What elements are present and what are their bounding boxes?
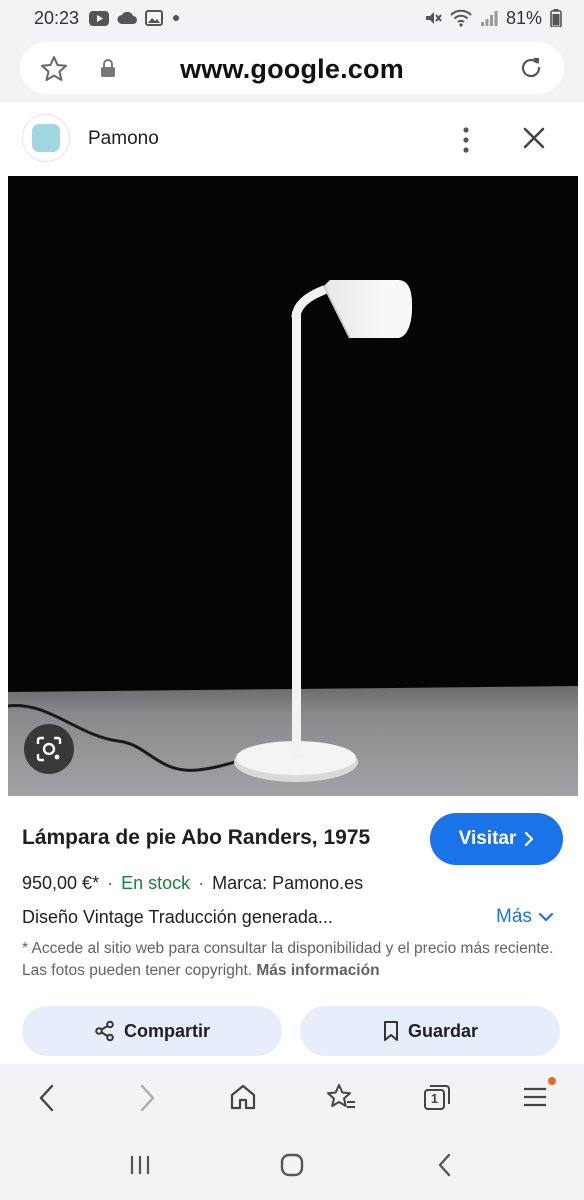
browser-toolbar: 1 bbox=[0, 1064, 584, 1134]
home-icon[interactable] bbox=[229, 1082, 257, 1112]
lens-icon bbox=[36, 736, 62, 762]
battery-icon bbox=[550, 9, 562, 27]
forward-icon[interactable] bbox=[136, 1082, 158, 1114]
bookmark-star-icon[interactable] bbox=[325, 1082, 357, 1112]
more-label: Más bbox=[496, 906, 532, 927]
site-header: Pamono bbox=[0, 102, 584, 176]
wifi-icon bbox=[450, 9, 472, 27]
floor-lamp-photo bbox=[8, 176, 578, 796]
battery-percent: 81% bbox=[505, 7, 542, 28]
product-price: 950,00 €* bbox=[22, 873, 100, 893]
product-description: Diseño Vintage Traducción generada... bbox=[22, 907, 333, 927]
menu-icon[interactable] bbox=[522, 1082, 548, 1112]
close-icon[interactable] bbox=[520, 124, 548, 152]
youtube-icon bbox=[89, 10, 110, 26]
save-button[interactable]: Guardar bbox=[300, 1006, 560, 1056]
address-bar[interactable]: www.google.com bbox=[20, 42, 564, 94]
mute-icon bbox=[425, 12, 442, 24]
back-nav-icon[interactable] bbox=[436, 1153, 454, 1177]
product-brand: Marca: Pamono.es bbox=[212, 873, 364, 893]
recents-icon[interactable] bbox=[128, 1154, 152, 1176]
home-button-icon[interactable] bbox=[280, 1153, 304, 1177]
dot-icon bbox=[173, 15, 180, 21]
chevron-right-icon bbox=[525, 831, 534, 847]
signal-icon bbox=[480, 11, 498, 26]
separator: · bbox=[198, 873, 205, 893]
more-info-link[interactable]: Más información bbox=[256, 962, 379, 979]
back-icon[interactable] bbox=[36, 1082, 58, 1114]
more-button[interactable]: Más bbox=[496, 906, 554, 928]
bookmark-icon bbox=[383, 1021, 398, 1041]
product-title: Lámpara de pie Abo Randers, 1975 bbox=[22, 826, 371, 849]
visit-button[interactable]: Visitar bbox=[430, 813, 563, 865]
image-icon bbox=[145, 10, 164, 26]
site-name: Pamono bbox=[88, 128, 159, 149]
chevron-down-icon bbox=[538, 912, 554, 922]
lens-search-button[interactable] bbox=[24, 724, 74, 774]
share-icon bbox=[95, 1020, 114, 1042]
tabs-button[interactable]: 1 bbox=[422, 1082, 452, 1112]
tabs-count: 1 bbox=[430, 1091, 439, 1106]
separator: · bbox=[107, 873, 114, 893]
availability-note: * Accede al sitio web para consultar la … bbox=[22, 938, 562, 982]
status-bar: 20:23 81% bbox=[0, 0, 584, 36]
menu-notification-dot bbox=[548, 1077, 556, 1085]
save-label: Guardar bbox=[407, 1020, 479, 1041]
share-button[interactable]: Compartir bbox=[22, 1006, 282, 1056]
product-meta: 950,00 €* · En stock · Marca: Pamono.es bbox=[22, 873, 363, 894]
stock-status: En stock bbox=[121, 873, 191, 893]
system-nav-bar bbox=[0, 1134, 584, 1200]
product-image[interactable] bbox=[8, 176, 578, 796]
visit-label: Visitar bbox=[458, 828, 517, 849]
reload-icon[interactable] bbox=[518, 55, 544, 81]
share-label: Compartir bbox=[123, 1020, 210, 1041]
more-vert-icon[interactable] bbox=[456, 126, 476, 154]
address-bar-container: www.google.com bbox=[0, 36, 584, 102]
status-time: 20:23 bbox=[34, 7, 80, 28]
cloud-icon bbox=[117, 11, 138, 24]
url-text[interactable]: www.google.com bbox=[20, 54, 564, 85]
site-favicon bbox=[22, 114, 70, 162]
